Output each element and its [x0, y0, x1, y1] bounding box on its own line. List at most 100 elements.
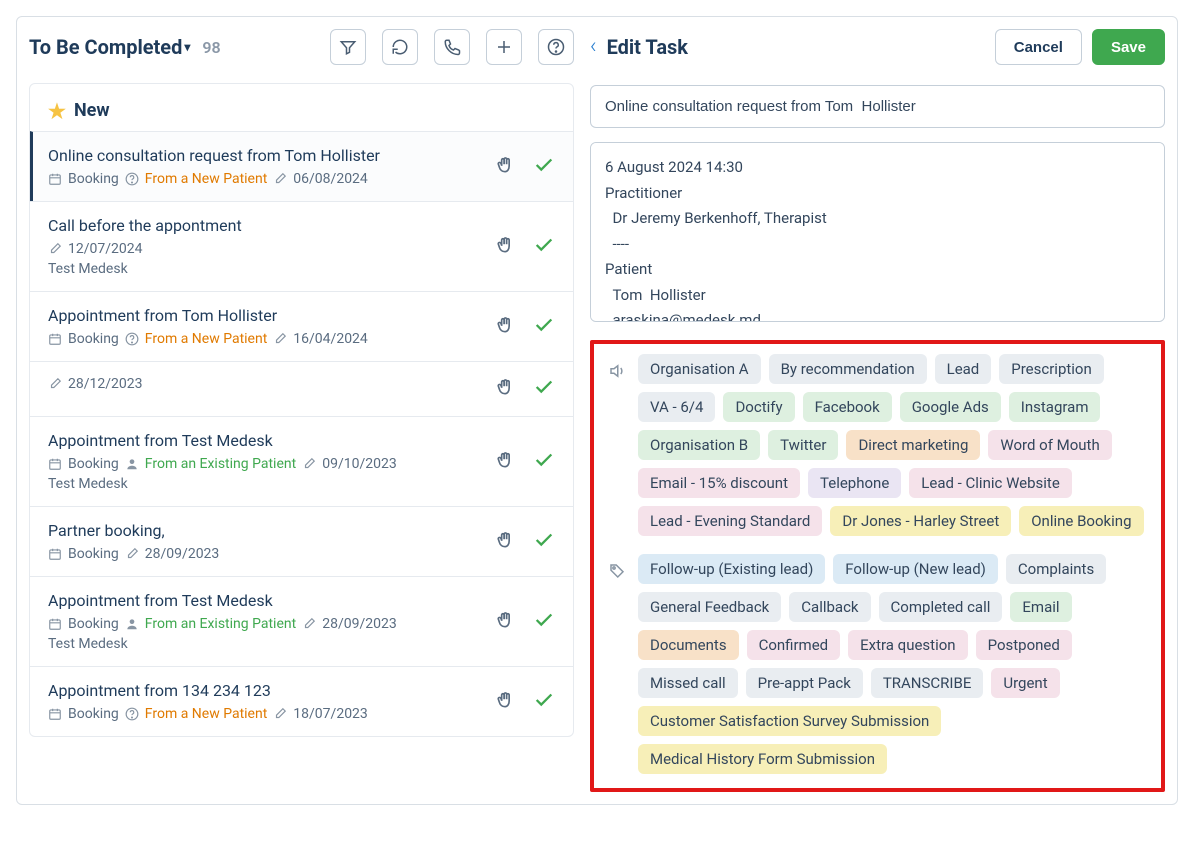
tag[interactable]: Organisation A — [638, 354, 761, 384]
task-date: 09/10/2023 — [322, 456, 397, 472]
action-assign[interactable] — [495, 377, 515, 401]
task-name-input[interactable] — [590, 85, 1165, 128]
task-count: 98 — [202, 38, 220, 57]
calendar-icon — [48, 332, 62, 346]
task-row[interactable]: Call before the appontment12/07/2024Test… — [30, 201, 573, 291]
call-button[interactable] — [434, 29, 470, 65]
tag[interactable]: Prescription — [999, 354, 1104, 384]
edit-icon — [48, 377, 62, 391]
task-title: Appointment from 134 234 123 — [48, 681, 485, 700]
action-complete[interactable] — [533, 449, 555, 475]
action-assign[interactable] — [495, 450, 515, 474]
tag[interactable]: Extra question — [848, 630, 967, 660]
tag[interactable]: Medical History Form Submission — [638, 744, 887, 774]
tag[interactable]: Dr Jones - Harley Street — [830, 506, 1011, 536]
tags-panel: Organisation A By recommendation LeadPresc… — [590, 340, 1165, 792]
task-subtitle: Test Medesk — [48, 636, 485, 652]
tag[interactable]: Telephone — [808, 468, 901, 498]
tag[interactable]: Complaints — [1006, 554, 1106, 584]
star-icon: ★ — [48, 101, 66, 121]
tag[interactable]: Follow-up (Existing lead) — [638, 554, 825, 584]
refresh-button[interactable] — [382, 29, 418, 65]
edit-icon — [273, 332, 287, 346]
tag[interactable]: Customer Satisfaction Survey Submission — [638, 706, 941, 736]
action-assign[interactable] — [495, 155, 515, 179]
task-row[interactable]: Appointment from Tom HollisterBookingFro… — [30, 291, 573, 361]
tag[interactable]: Google Ads — [900, 392, 1001, 422]
tag[interactable]: Twitter — [768, 430, 838, 460]
task-row[interactable]: Appointment from Test MedeskBookingFrom … — [30, 416, 573, 506]
task-row[interactable]: 28/12/2023 — [30, 361, 573, 416]
edit-icon — [48, 242, 62, 256]
section-title: New — [74, 100, 110, 121]
save-button[interactable]: Save — [1092, 29, 1165, 65]
action-complete[interactable] — [533, 154, 555, 180]
task-title: Call before the appontment — [48, 216, 485, 235]
chevron-down-icon: ▾ — [184, 40, 190, 54]
tag[interactable]: Lead - Clinic Website — [909, 468, 1072, 498]
action-complete[interactable] — [533, 314, 555, 340]
tag[interactable]: Urgent — [991, 668, 1059, 698]
tag[interactable]: Direct marketing — [846, 430, 980, 460]
tag[interactable]: Organisation B — [638, 430, 760, 460]
patient-source: From a New Patient — [145, 331, 268, 347]
tag[interactable]: Documents — [638, 630, 739, 660]
back-icon[interactable]: ‹ — [590, 36, 597, 58]
tag[interactable]: Word of Mouth — [988, 430, 1111, 460]
patient-source: From a New Patient — [145, 171, 268, 187]
action-assign[interactable] — [495, 235, 515, 259]
action-complete[interactable] — [533, 234, 555, 260]
tag[interactable]: Online Booking — [1019, 506, 1143, 536]
plus-icon — [495, 38, 513, 56]
tag[interactable]: Email - 15% discount — [638, 468, 800, 498]
task-row[interactable]: Online consultation request from Tom Hol… — [30, 131, 573, 201]
phone-icon — [443, 38, 461, 56]
action-complete[interactable] — [533, 689, 555, 715]
task-row[interactable]: Appointment from Test MedeskBookingFrom … — [30, 576, 573, 666]
refresh-icon — [391, 38, 409, 56]
tag[interactable]: Doctify — [723, 392, 794, 422]
task-row[interactable]: Appointment from 134 234 123BookingFrom … — [30, 666, 573, 736]
calendar-icon — [48, 172, 62, 186]
filter-button[interactable] — [330, 29, 366, 65]
tag[interactable]: Pre-appt Pack — [746, 668, 863, 698]
task-detail-input[interactable] — [590, 142, 1165, 322]
action-complete[interactable] — [533, 529, 555, 555]
tag[interactable]: Email — [1010, 592, 1071, 622]
calendar-icon — [48, 547, 62, 561]
task-type: Booking — [68, 456, 119, 472]
tag[interactable]: Lead - Evening Standard — [638, 506, 822, 536]
action-complete[interactable] — [533, 376, 555, 402]
speaker-icon — [608, 362, 628, 536]
tag[interactable]: VA - 6/4 — [638, 392, 715, 422]
help-icon — [125, 172, 139, 186]
tag[interactable]: General Feedback — [638, 592, 781, 622]
tag[interactable]: By recommendation — [769, 354, 927, 384]
action-assign[interactable] — [495, 530, 515, 554]
tag[interactable]: Callback — [789, 592, 870, 622]
action-assign[interactable] — [495, 315, 515, 339]
task-type: Booking — [68, 616, 119, 632]
tag[interactable]: Missed call — [638, 668, 738, 698]
help-button[interactable] — [538, 29, 574, 65]
tag[interactable]: Facebook — [803, 392, 892, 422]
tag[interactable]: TRANSCRIBE — [871, 668, 984, 698]
task-row[interactable]: Partner booking,Booking28/09/2023 — [30, 506, 573, 576]
tag[interactable]: Confirmed — [747, 630, 841, 660]
tag[interactable]: Lead — [935, 354, 992, 384]
tag[interactable]: Completed call — [879, 592, 1003, 622]
task-date: 18/07/2023 — [293, 706, 368, 722]
task-type: Booking — [68, 171, 119, 187]
task-date: 12/07/2024 — [68, 241, 143, 257]
cancel-button[interactable]: Cancel — [995, 29, 1082, 65]
tag[interactable]: Follow-up (New lead) — [833, 554, 998, 584]
task-type: Booking — [68, 331, 119, 347]
task-type: Booking — [68, 546, 119, 562]
tag[interactable]: Postponed — [976, 630, 1072, 660]
action-assign[interactable] — [495, 610, 515, 634]
left-title[interactable]: To Be Completed ▾ — [29, 35, 190, 59]
action-assign[interactable] — [495, 690, 515, 714]
add-button[interactable] — [486, 29, 522, 65]
tag[interactable]: Instagram — [1009, 392, 1101, 422]
action-complete[interactable] — [533, 609, 555, 635]
